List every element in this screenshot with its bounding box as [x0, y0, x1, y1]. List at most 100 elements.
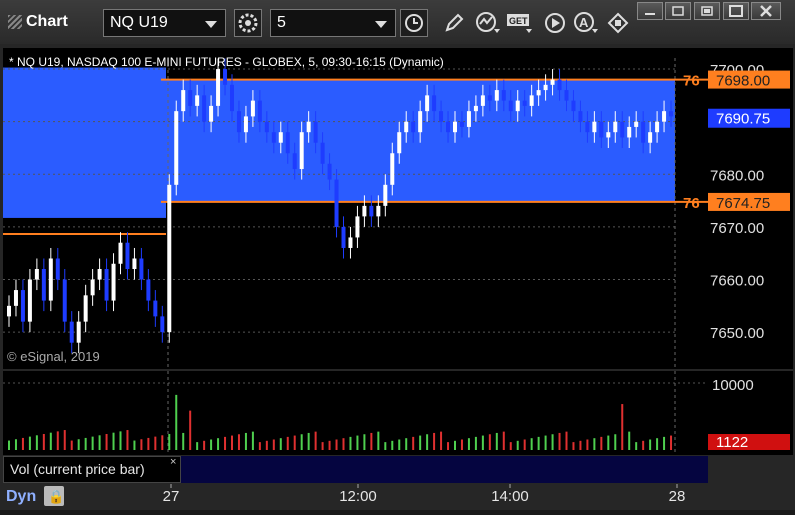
volume-bar — [481, 435, 484, 450]
candle-body — [432, 95, 437, 112]
candle-body — [418, 111, 423, 133]
volume-bar — [579, 440, 582, 450]
candle-body — [390, 153, 395, 185]
volume-bar — [77, 439, 80, 450]
candle-body — [264, 121, 269, 133]
volume-bar — [467, 438, 470, 450]
close-icon — [760, 5, 772, 17]
candle-body — [459, 121, 464, 127]
app-title-label: Chart — [26, 13, 68, 30]
volume-bar — [663, 436, 666, 450]
alerts-button[interactable]: A — [572, 9, 600, 37]
price-tick-label: 7650.00 — [710, 325, 764, 342]
session-range-zone — [161, 79, 675, 202]
volume-bar — [551, 434, 554, 450]
volume-bar — [258, 442, 261, 450]
restore-button[interactable] — [665, 2, 691, 20]
snap-button[interactable] — [694, 2, 720, 20]
play-button[interactable] — [541, 9, 569, 37]
volume-study-close[interactable]: × — [170, 456, 176, 468]
volume-pane[interactable] — [3, 371, 708, 455]
volume-bar — [670, 435, 673, 450]
candle-body — [397, 132, 402, 154]
get-button[interactable]: GET — [506, 9, 534, 37]
volume-bar — [628, 431, 631, 450]
volume-bar — [126, 430, 129, 450]
interval-combo[interactable]: 5 — [270, 9, 396, 37]
lower-price-flag-label: 7674.75 — [716, 195, 770, 212]
snap-icon — [701, 6, 713, 16]
price-chart[interactable]: 76 76 * NQ U19, NASDAQ 100 E-MINI FUTURES … — [3, 48, 708, 369]
close-button[interactable] — [751, 2, 781, 20]
time-axis[interactable]: 27 12:00 14:00 28 Dyn 🔒 — [0, 484, 795, 510]
candle-body — [480, 95, 485, 106]
symbol-value: NQ U19 — [110, 14, 168, 31]
candle-body — [90, 279, 95, 296]
candle-body — [139, 258, 144, 280]
candle-body — [236, 111, 241, 133]
candle-body — [648, 132, 653, 143]
minimize-icon — [645, 13, 655, 15]
price-tick-label: 7660.00 — [710, 273, 764, 290]
volume-bar — [112, 432, 115, 450]
volume-bar — [440, 431, 443, 450]
candle-body — [216, 69, 221, 106]
link-button[interactable] — [604, 9, 632, 37]
maximize-button[interactable] — [723, 2, 749, 20]
symbol-combo[interactable]: NQ U19 — [103, 9, 226, 37]
volume-bar — [28, 436, 31, 450]
volume-bar — [433, 432, 436, 450]
volume-bar — [398, 439, 401, 450]
candle-body — [536, 90, 541, 96]
candle-body — [76, 321, 81, 343]
volume-bar — [391, 440, 394, 450]
candle-body — [355, 216, 360, 238]
candle-body — [111, 263, 116, 301]
volume-study-label[interactable]: Vol (current price bar) — [3, 456, 181, 483]
volume-bar — [523, 439, 526, 450]
app-title[interactable]: Chart — [8, 13, 68, 31]
chart-window: Chart NQ U19 5 GET A 76 76 * NQ U19, NAS… — [0, 0, 795, 510]
pencil-icon — [445, 13, 464, 32]
volume-bar — [63, 430, 66, 450]
price-axis[interactable]: 7700.00 7680.00 7670.00 7660.00 7650.00 7698.… — [708, 48, 793, 369]
upper-price-flag-label: 7698.00 — [716, 73, 770, 90]
candle-body — [257, 100, 262, 122]
volume-bar — [84, 437, 87, 450]
candle-body — [69, 321, 74, 343]
copyright-label: © eSignal, 2019 — [7, 349, 100, 364]
candle-body — [41, 269, 46, 301]
candle-body — [250, 100, 255, 117]
candle-body — [243, 116, 248, 133]
volume-chart[interactable] — [3, 371, 708, 455]
candle-body — [34, 269, 39, 280]
candle-body — [585, 121, 590, 133]
candle-body — [494, 90, 499, 101]
volume-bar — [70, 440, 73, 450]
volume-bar — [321, 442, 324, 450]
candle-body — [341, 226, 346, 248]
price-pane[interactable]: 76 76 * NQ U19, NASDAQ 100 E-MINI FUTURES … — [3, 48, 708, 369]
volume-bar — [460, 439, 463, 450]
time-button[interactable] — [400, 9, 428, 37]
volume-bar — [621, 404, 624, 450]
volume-bar — [370, 432, 373, 450]
volume-bar — [272, 439, 275, 450]
candle-body — [20, 290, 25, 322]
settings-button[interactable] — [234, 9, 262, 37]
minimize-button[interactable] — [637, 2, 663, 20]
price-axis-scale: 7700.007680.007670.007660.007650.007698.… — [708, 62, 790, 342]
volume-bar — [293, 435, 296, 450]
candle-body — [195, 95, 200, 106]
volume-axis-scale: 10000 1122 — [708, 377, 790, 451]
candle-body — [278, 132, 283, 143]
studies-button[interactable] — [474, 9, 502, 37]
candle-body — [48, 258, 53, 301]
volume-bar — [35, 435, 38, 450]
candle-body — [292, 153, 297, 170]
volume-bar — [21, 437, 24, 450]
alert-a-icon: A — [574, 12, 598, 33]
draw-button[interactable] — [440, 9, 468, 37]
volume-bar — [335, 439, 338, 450]
volume-bar — [502, 431, 505, 450]
